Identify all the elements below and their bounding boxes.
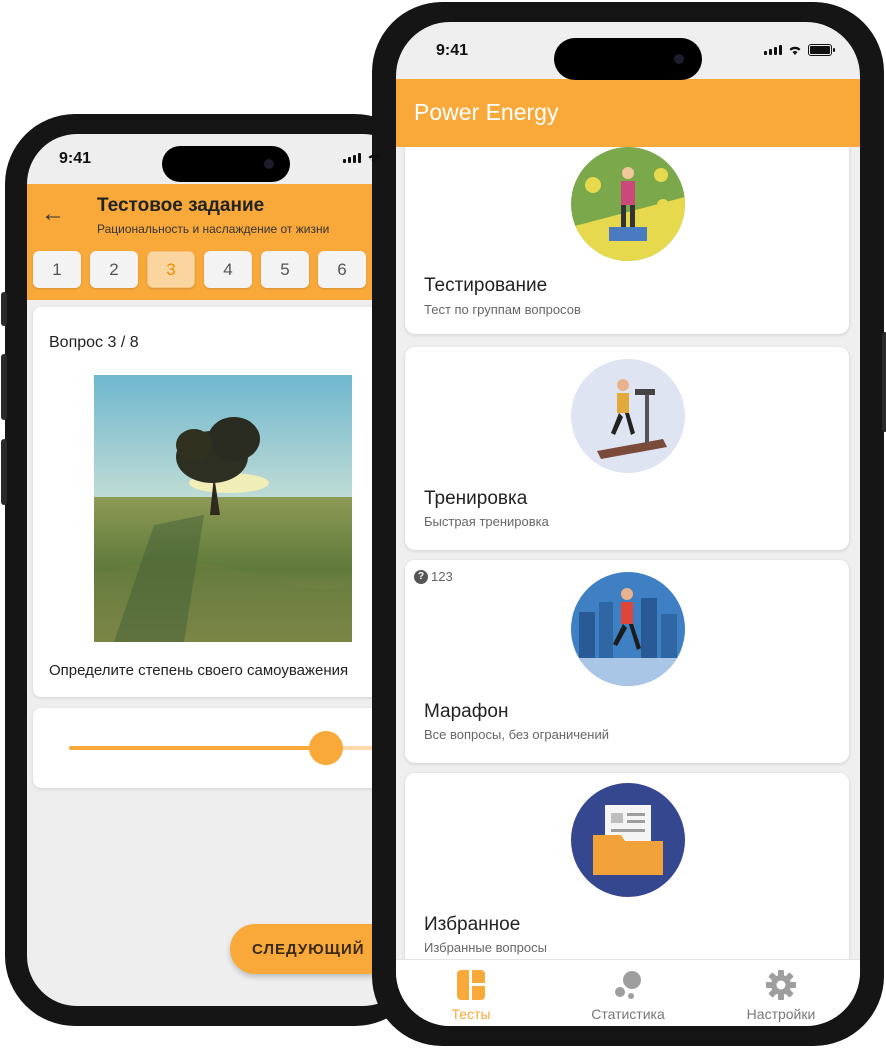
- nav-label: Статистика: [591, 1006, 665, 1022]
- question-tab-6[interactable]: 6: [318, 251, 366, 288]
- question-card: Вопрос 3 / 8 Определите степень своего с…: [33, 307, 403, 697]
- app-title: Power Energy: [414, 99, 559, 125]
- testing-illustration: [571, 147, 685, 261]
- phone-side-button: [1, 292, 7, 326]
- question-tab-5[interactable]: 5: [261, 251, 309, 288]
- status-time: 9:41: [59, 150, 92, 167]
- home-card-list: Тестирование Тест по группам вопросов Тр…: [396, 147, 860, 959]
- question-text: Определите степень своего самоуважения: [49, 662, 349, 679]
- tests-icon: [454, 968, 488, 1002]
- answer-slider-card: [33, 708, 403, 788]
- question-circle-icon: ?: [414, 569, 428, 584]
- question-tab-1[interactable]: 1: [33, 251, 81, 288]
- folder-illustration: [571, 783, 685, 897]
- answer-slider-fill: [69, 746, 327, 750]
- status-icons: [764, 44, 835, 56]
- answer-slider-track[interactable]: [69, 731, 399, 765]
- question-image: [94, 375, 352, 642]
- question-tab-3[interactable]: 3: [147, 251, 195, 288]
- question-count-badge: ? 123: [414, 569, 453, 584]
- phone-side-button: [1, 354, 7, 420]
- card-subtitle: Быстрая тренировка: [424, 514, 549, 529]
- phone-home: 9:41 Power Energy Тестирование Тест по г…: [372, 2, 886, 1046]
- dynamic-island: [162, 146, 290, 182]
- camera-icon: [674, 54, 684, 64]
- phone-quiz: 9:41 ← Тестовое задание Рациональность и…: [1, 114, 425, 1026]
- card-title: Избранное: [424, 914, 521, 935]
- card-subtitle: Все вопросы, без ограничений: [424, 727, 609, 742]
- bottom-navigation: Тесты Статистика Настройки: [396, 959, 860, 1026]
- quiz-app-bar: ← Тестовое задание Рациональность и насл…: [27, 184, 413, 300]
- signal-icon: [343, 153, 361, 163]
- card-subtitle: Избранные вопросы: [424, 940, 547, 955]
- question-counter: Вопрос 3 / 8: [49, 334, 139, 351]
- phone-side-button: [1, 439, 7, 505]
- signal-icon: [764, 45, 782, 55]
- quiz-subtitle: Рациональность и наслаждение от жизни: [97, 222, 330, 236]
- status-icons: [343, 152, 382, 164]
- nav-statistics[interactable]: Статистика: [563, 968, 693, 1022]
- question-tab-2[interactable]: 2: [90, 251, 138, 288]
- card-title: Тренировка: [424, 488, 528, 509]
- runner-illustration: [571, 572, 685, 686]
- settings-icon: [764, 968, 798, 1002]
- card-title: Тестирование: [424, 275, 548, 296]
- quiz-screen: 9:41 ← Тестовое задание Рациональность и…: [27, 134, 413, 1006]
- nav-tests[interactable]: Тесты: [406, 968, 536, 1022]
- card-marathon[interactable]: ? 123 Марафон Все вопросы, без ограничен…: [405, 560, 849, 763]
- back-arrow-icon[interactable]: ←: [41, 200, 65, 228]
- dynamic-island: [554, 38, 702, 80]
- phone-side-button: [882, 332, 886, 432]
- nav-label: Тесты: [451, 1006, 491, 1022]
- nav-label: Настройки: [746, 1006, 816, 1022]
- wifi-icon: [368, 154, 380, 163]
- status-time: 9:41: [436, 42, 469, 59]
- card-subtitle: Тест по группам вопросов: [424, 302, 581, 317]
- next-button-label: СЛЕДУЮЩИЙ: [252, 940, 365, 958]
- answer-slider-thumb[interactable]: [309, 731, 344, 765]
- badge-count: 123: [431, 569, 453, 584]
- wifi-icon: [789, 46, 801, 55]
- card-title: Марафон: [424, 701, 509, 722]
- question-tab-4[interactable]: 4: [204, 251, 252, 288]
- question-number-tabs: 1 2 3 4 5 6: [33, 251, 366, 288]
- home-app-bar: Power Energy: [396, 79, 860, 147]
- home-screen: 9:41 Power Energy Тестирование Тест по г…: [396, 22, 860, 1026]
- tree-field-image: [94, 375, 352, 642]
- battery-icon: [808, 44, 835, 56]
- card-testing[interactable]: Тестирование Тест по группам вопросов: [405, 147, 849, 334]
- nav-settings[interactable]: Настройки: [716, 968, 846, 1022]
- camera-icon: [264, 159, 274, 169]
- quiz-title: Тестовое задание: [97, 195, 265, 216]
- card-favorites[interactable]: Избранное Избранные вопросы: [405, 773, 849, 959]
- treadmill-illustration: [571, 359, 685, 473]
- statistics-icon: [611, 968, 645, 1002]
- card-training[interactable]: Тренировка Быстрая тренировка: [405, 347, 849, 550]
